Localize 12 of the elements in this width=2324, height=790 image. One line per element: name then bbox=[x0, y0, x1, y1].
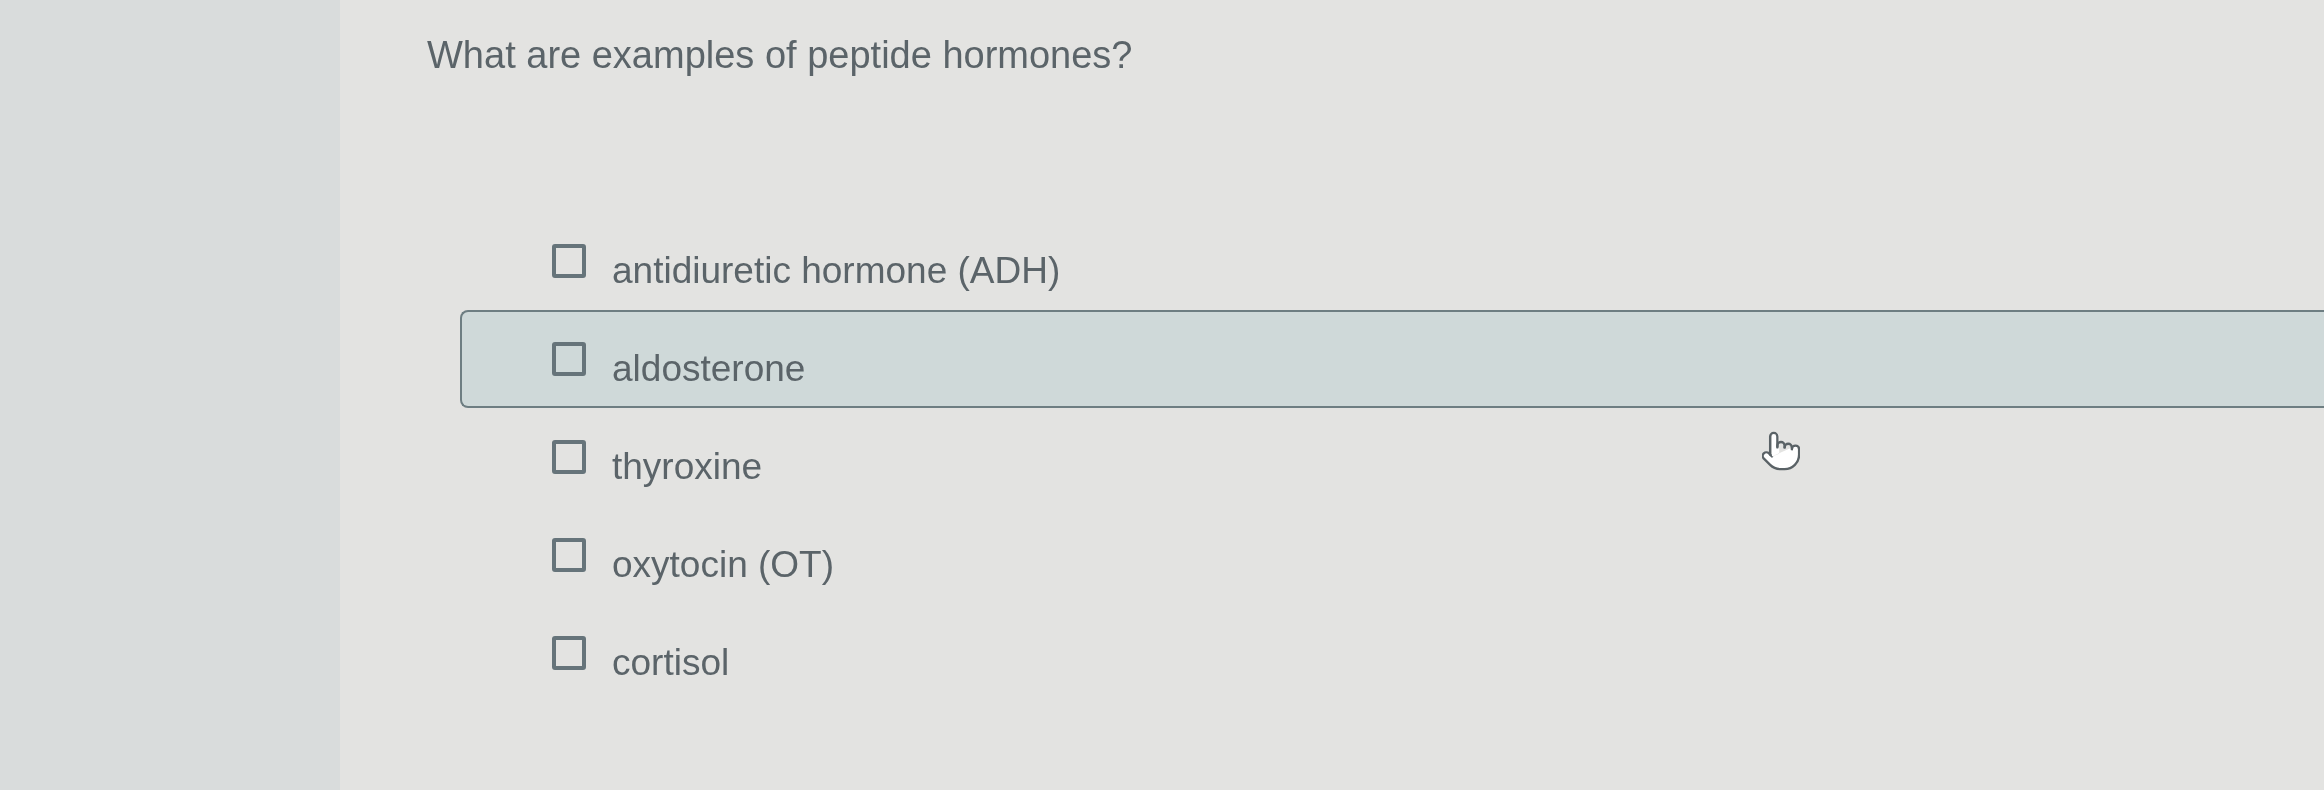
checkbox[interactable] bbox=[552, 636, 586, 670]
checkbox[interactable] bbox=[552, 244, 586, 278]
checkbox[interactable] bbox=[552, 342, 586, 376]
option-label: thyroxine bbox=[612, 448, 763, 485]
option-label: antidiuretic hormone (ADH) bbox=[612, 252, 1061, 289]
hovered-option-row[interactable]: aldosterone bbox=[460, 310, 2324, 408]
checkbox[interactable] bbox=[552, 538, 586, 572]
option-label: oxytocin (OT) bbox=[612, 546, 835, 583]
option-label: aldosterone bbox=[612, 350, 806, 387]
question-text: What are examples of peptide hormones? bbox=[427, 36, 1133, 74]
checkbox[interactable] bbox=[552, 440, 586, 474]
option-label: cortisol bbox=[612, 644, 730, 681]
